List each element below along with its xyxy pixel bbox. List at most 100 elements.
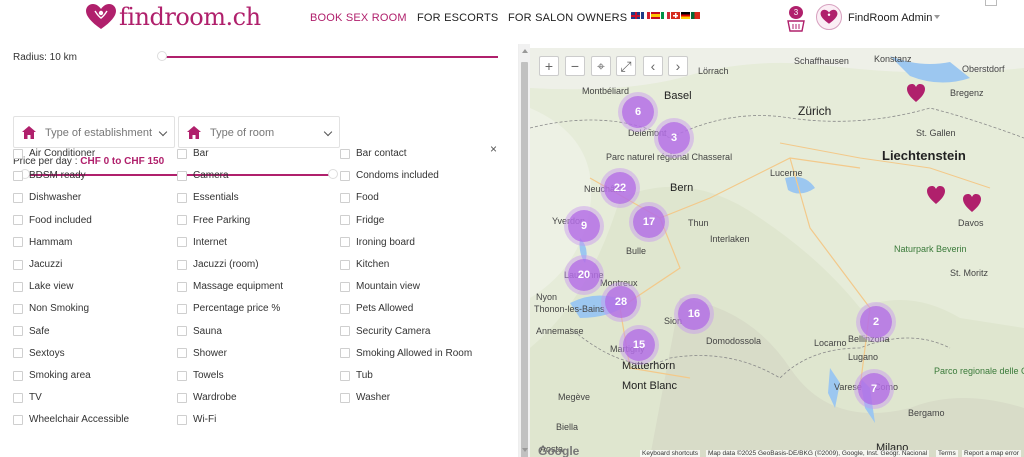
radius-slider-track[interactable]	[165, 56, 499, 58]
amenity-checkbox[interactable]: Free Parking	[177, 215, 250, 226]
amenity-checkbox[interactable]: Condoms included	[340, 170, 439, 181]
nav-book-sex-room[interactable]: BOOK SEX ROOM	[310, 12, 407, 24]
map-cluster-marker[interactable]: 17	[633, 206, 665, 238]
amenity-checkbox[interactable]: Dishwasher	[13, 192, 81, 203]
heart-marker-icon[interactable]	[962, 192, 982, 214]
locate-button[interactable]: ⌖	[591, 56, 611, 76]
checkbox-box[interactable]	[177, 259, 187, 270]
window-icon[interactable]	[985, 0, 997, 6]
scroll-down-icon[interactable]	[522, 448, 528, 452]
amenity-checkbox[interactable]: Non Smoking	[13, 303, 89, 314]
amenity-checkbox[interactable]: Food	[340, 192, 379, 203]
map-view[interactable]: + − ⌖ ⤢ ‹ › Konstanz Schaffhausen Lörrach Basel M…	[530, 48, 1024, 457]
pan-right-button[interactable]: ›	[668, 56, 688, 76]
map-cluster-marker[interactable]: 9	[568, 210, 600, 242]
map-cluster-marker[interactable]: 28	[605, 286, 637, 318]
amenity-checkbox[interactable]: BDSM ready	[13, 170, 86, 181]
map-cluster-marker[interactable]: 20	[568, 259, 600, 291]
amenity-checkbox[interactable]: Washer	[340, 392, 390, 403]
flag-uk-icon[interactable]	[631, 12, 640, 19]
checkbox-box[interactable]	[13, 392, 23, 403]
checkbox-box[interactable]	[177, 281, 187, 292]
amenity-checkbox[interactable]: Sauna	[177, 326, 222, 337]
establishment-select[interactable]: Type of establishment	[13, 116, 175, 148]
checkbox-box[interactable]	[177, 215, 187, 226]
user-menu-caret-icon[interactable]	[934, 15, 940, 19]
flag-ch-icon[interactable]	[671, 12, 680, 19]
checkbox-box[interactable]	[13, 259, 23, 270]
amenity-checkbox[interactable]: Sextoys	[13, 348, 65, 359]
checkbox-box[interactable]	[340, 281, 350, 292]
amenity-checkbox[interactable]: Hammam	[13, 237, 72, 248]
amenity-checkbox[interactable]: Air Conditioner	[13, 148, 95, 159]
checkbox-box[interactable]	[340, 259, 350, 270]
amenity-checkbox[interactable]: Wardrobe	[177, 392, 237, 403]
checkbox-box[interactable]	[177, 392, 187, 403]
checkbox-box[interactable]	[340, 192, 350, 203]
amenity-checkbox[interactable]: Percentage price %	[177, 303, 280, 314]
user-name[interactable]: FindRoom Admin	[848, 12, 932, 24]
heart-marker-icon[interactable]	[926, 184, 946, 206]
checkbox-box[interactable]	[340, 215, 350, 226]
checkbox-box[interactable]	[340, 348, 350, 359]
flag-es-icon[interactable]	[651, 12, 660, 19]
checkbox-box[interactable]	[13, 414, 23, 425]
flag-de-icon[interactable]	[681, 12, 690, 19]
checkbox-box[interactable]	[177, 414, 187, 425]
map-cluster-marker[interactable]: 6	[622, 96, 654, 128]
nav-for-escorts[interactable]: FOR ESCORTS	[417, 12, 498, 24]
map-cluster-marker[interactable]: 3	[658, 122, 690, 154]
checkbox-box[interactable]	[13, 237, 23, 248]
map-cluster-marker[interactable]: 2	[860, 306, 892, 338]
nav-for-salon-owners[interactable]: FOR SALON OWNERS	[508, 12, 627, 24]
checkbox-box[interactable]	[13, 170, 23, 181]
cart-button[interactable]: 3	[787, 6, 805, 32]
report-map-error-link[interactable]: Report a map error	[962, 450, 1021, 457]
flag-pt-icon[interactable]	[691, 12, 700, 19]
fullscreen-button[interactable]: ⤢	[616, 56, 636, 76]
amenity-checkbox[interactable]: Fridge	[340, 215, 384, 226]
amenity-checkbox[interactable]: Essentials	[177, 192, 239, 203]
brand-logo[interactable]: findroom.ch	[85, 3, 261, 31]
amenity-checkbox[interactable]: Shower	[177, 348, 227, 359]
checkbox-box[interactable]	[177, 326, 187, 337]
panel-scrollbar[interactable]	[519, 44, 530, 457]
checkbox-box[interactable]	[13, 370, 23, 381]
checkbox-box[interactable]	[13, 192, 23, 203]
checkbox-box[interactable]	[340, 370, 350, 381]
checkbox-box[interactable]	[13, 348, 23, 359]
amenity-checkbox[interactable]: Pets Allowed	[340, 303, 413, 314]
amenity-checkbox[interactable]: Lake view	[13, 281, 73, 292]
zoom-in-button[interactable]: +	[539, 56, 559, 76]
amenity-checkbox[interactable]: Tub	[340, 370, 373, 381]
checkbox-box[interactable]	[177, 192, 187, 203]
amenity-checkbox[interactable]: Safe	[13, 326, 50, 337]
price-slider-max-handle[interactable]	[328, 169, 338, 179]
checkbox-box[interactable]	[177, 370, 187, 381]
checkbox-box[interactable]	[177, 237, 187, 248]
scroll-up-icon[interactable]	[522, 49, 528, 53]
close-filters-button[interactable]: ×	[490, 142, 497, 156]
amenity-checkbox[interactable]: Camera	[177, 170, 229, 181]
checkbox-box[interactable]	[13, 281, 23, 292]
checkbox-box[interactable]	[340, 148, 350, 159]
amenity-checkbox[interactable]: Smoking Allowed in Room	[340, 348, 472, 359]
pan-left-button[interactable]: ‹	[643, 56, 663, 76]
scrollbar-thumb[interactable]	[521, 62, 528, 457]
amenity-checkbox[interactable]: Bar contact	[340, 148, 407, 159]
checkbox-box[interactable]	[13, 215, 23, 226]
amenity-checkbox[interactable]: Smoking area	[13, 370, 91, 381]
map-cluster-marker[interactable]: 7	[858, 373, 890, 405]
radius-slider-handle[interactable]	[157, 51, 167, 61]
checkbox-box[interactable]	[340, 326, 350, 337]
keyboard-shortcuts-link[interactable]: Keyboard shortcuts	[640, 450, 701, 457]
amenity-checkbox[interactable]: Mountain view	[340, 281, 420, 292]
amenity-checkbox[interactable]: Jacuzzi	[13, 259, 62, 270]
amenity-checkbox[interactable]: Wi-Fi	[177, 414, 216, 425]
amenity-checkbox[interactable]: Wheelchair Accessible	[13, 414, 129, 425]
zoom-out-button[interactable]: −	[565, 56, 585, 76]
amenity-checkbox[interactable]: Kitchen	[340, 259, 389, 270]
checkbox-box[interactable]	[340, 392, 350, 403]
checkbox-box[interactable]	[340, 170, 350, 181]
checkbox-box[interactable]	[13, 148, 23, 159]
